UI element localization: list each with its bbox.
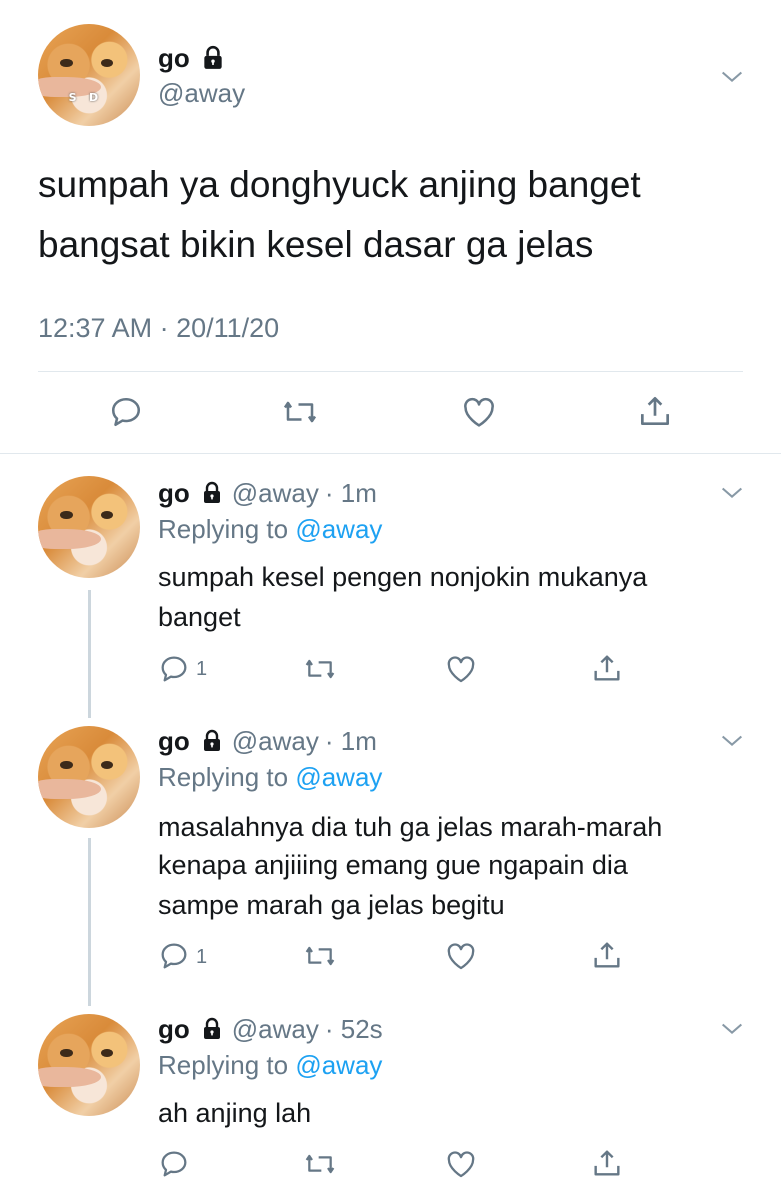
share-icon[interactable] xyxy=(636,392,674,430)
like-icon[interactable] xyxy=(444,1147,478,1181)
lock-icon xyxy=(200,45,226,71)
lock-icon xyxy=(200,1017,224,1041)
reply-text-line: masalahnya dia tuh ga jelas marah-marah xyxy=(158,812,663,842)
reply-icon[interactable] xyxy=(158,940,190,972)
replying-label: Replying to xyxy=(158,762,296,792)
display-name[interactable]: go xyxy=(158,478,190,509)
reply-text-line: sampe marah ga jelas begitu xyxy=(158,890,505,920)
like-icon[interactable] xyxy=(460,393,498,431)
thread-line xyxy=(88,838,91,1006)
reply-count: 1 xyxy=(196,658,208,680)
share-icon[interactable] xyxy=(590,938,624,972)
handle[interactable]: @away xyxy=(232,478,319,509)
retweet-icon[interactable] xyxy=(280,394,320,430)
retweet-icon[interactable] xyxy=(302,1148,338,1180)
chevron-down-icon[interactable] xyxy=(718,478,746,506)
avatar[interactable] xyxy=(38,476,140,578)
reply-text-line: sumpah kesel pengen nonjokin mukanya xyxy=(158,562,648,592)
replying-to-link[interactable]: @away xyxy=(295,1050,382,1080)
reply-count: 1 xyxy=(196,946,208,968)
reply-text-line: banget xyxy=(158,602,241,632)
reply-text-line: ah anjing lah xyxy=(158,1098,312,1128)
replying-label: Replying to xyxy=(158,1050,296,1080)
handle[interactable]: @away xyxy=(232,1014,319,1045)
avatar[interactable] xyxy=(38,726,140,828)
reply-icon[interactable] xyxy=(158,1148,190,1180)
chevron-down-icon[interactable] xyxy=(718,1014,746,1042)
retweet-icon[interactable] xyxy=(302,653,338,685)
avatar-tag-right: D xyxy=(89,91,99,105)
chevron-down-icon[interactable] xyxy=(718,62,746,90)
display-name[interactable]: go xyxy=(158,726,190,757)
divider xyxy=(38,371,743,372)
replying-to-link[interactable]: @away xyxy=(295,514,382,544)
thread-line xyxy=(88,590,91,718)
display-name[interactable]: go xyxy=(158,43,190,74)
avatar-tag-left: S xyxy=(68,91,77,105)
replying-label: Replying to xyxy=(158,514,296,544)
reply-icon[interactable] xyxy=(158,653,190,685)
chevron-down-icon[interactable] xyxy=(718,726,746,754)
handle[interactable]: @away xyxy=(158,78,245,109)
tweet-time[interactable]: · 1m xyxy=(325,726,377,757)
handle[interactable]: @away xyxy=(232,726,319,757)
reply-text-line: kenapa anjiiing emang gue ngapain dia xyxy=(158,850,628,880)
tweet-text-line-2: bangsat bikin kesel dasar ga jelas xyxy=(38,224,594,265)
display-name[interactable]: go xyxy=(158,1014,190,1045)
like-icon[interactable] xyxy=(444,939,478,973)
retweet-icon[interactable] xyxy=(302,940,338,972)
divider xyxy=(0,453,781,454)
like-icon[interactable] xyxy=(444,652,478,686)
avatar[interactable] xyxy=(38,1014,140,1116)
lock-icon xyxy=(200,481,224,505)
tweet-text-line-1: sumpah ya donghyuck anjing banget xyxy=(38,164,641,205)
replying-to-link[interactable]: @away xyxy=(295,762,382,792)
tweet-time[interactable]: · 52s xyxy=(325,1014,383,1045)
share-icon[interactable] xyxy=(590,651,624,685)
timestamp[interactable]: 12:37 AM · 20/11/20 xyxy=(38,313,279,344)
lock-icon xyxy=(200,729,224,753)
reply-icon[interactable] xyxy=(108,394,144,430)
share-icon[interactable] xyxy=(590,1146,624,1180)
avatar[interactable]: S D xyxy=(38,24,140,126)
tweet-time[interactable]: · 1m xyxy=(325,478,377,509)
